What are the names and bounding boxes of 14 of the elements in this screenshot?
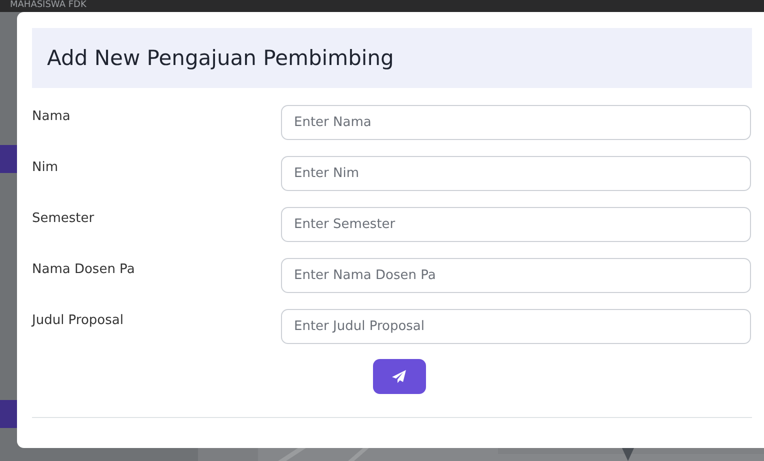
send-button[interactable] bbox=[372, 359, 426, 394]
field-label: Nim bbox=[32, 159, 59, 175]
field-label: Nama bbox=[32, 108, 72, 124]
field-label: Semester bbox=[32, 210, 96, 226]
input-field[interactable]: Enter Judul Proposal bbox=[281, 309, 751, 344]
input-field[interactable]: Enter Semester bbox=[281, 207, 751, 242]
modal-title: Add New Pengajuan Pembimbing bbox=[47, 46, 394, 70]
input-field[interactable]: Enter Nama bbox=[281, 105, 751, 140]
field-label: Nama Dosen Pa bbox=[32, 261, 136, 277]
field-label: Judul Proposal bbox=[32, 312, 124, 328]
input-field[interactable]: Enter Nim bbox=[281, 156, 751, 191]
page-title: MAHASISWA FDK bbox=[10, 0, 86, 11]
input-field[interactable]: Enter Nama Dosen Pa bbox=[281, 258, 751, 293]
send-icon bbox=[392, 370, 406, 383]
